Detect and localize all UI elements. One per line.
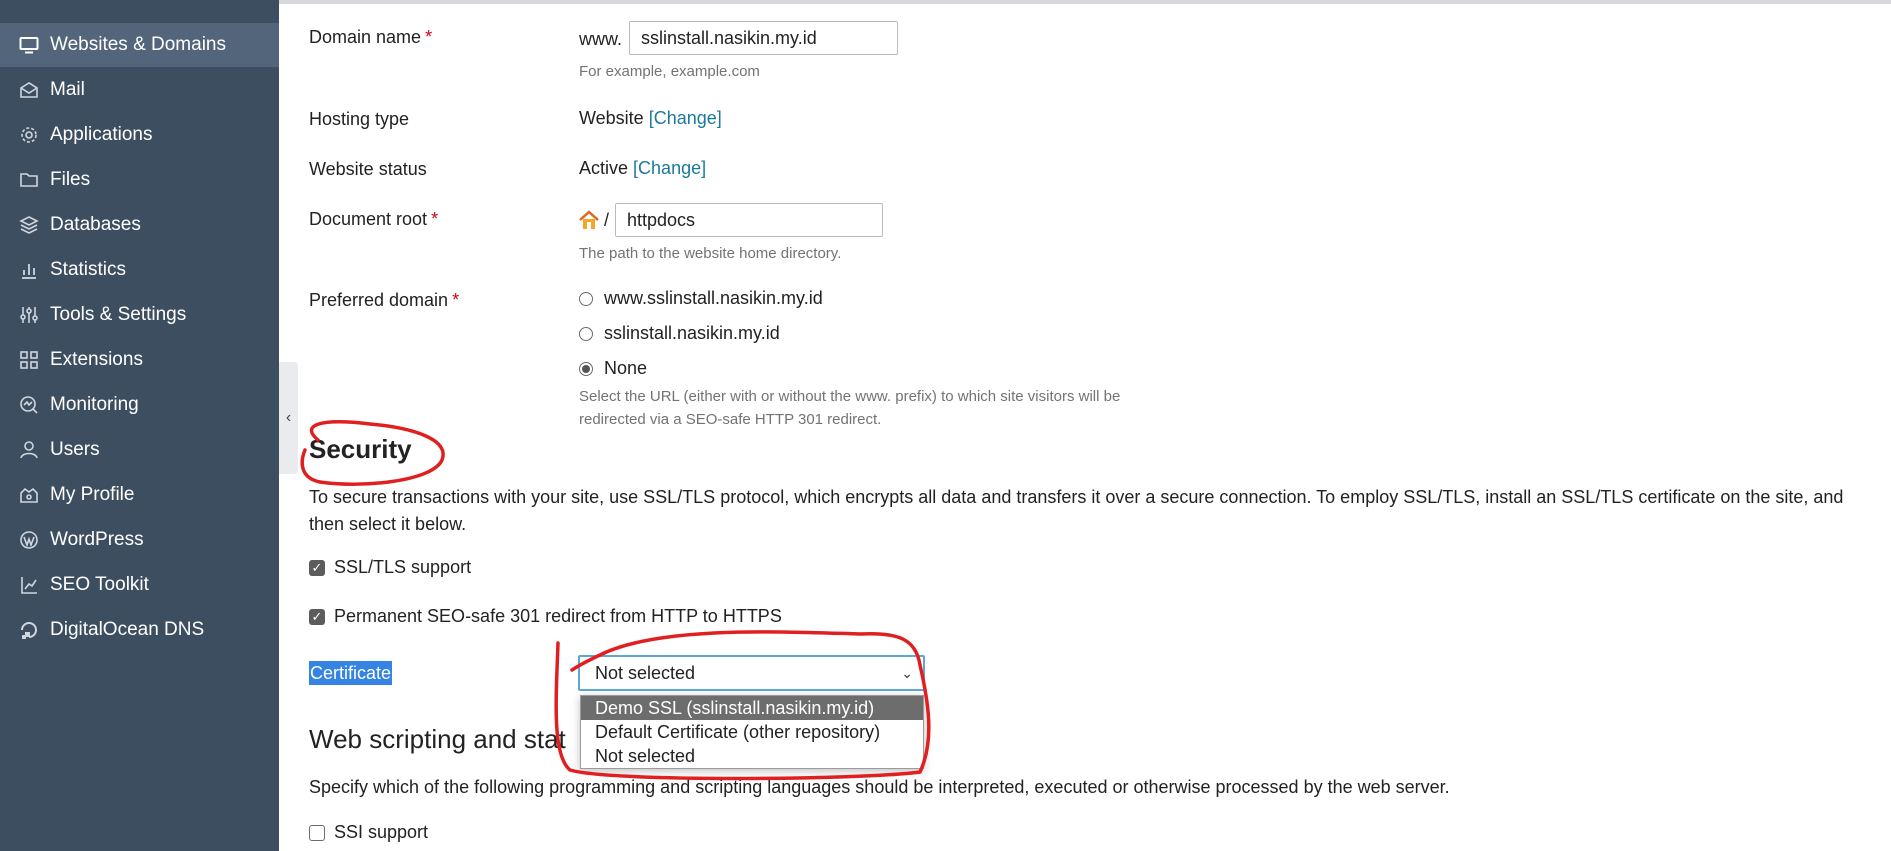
radio-button[interactable] xyxy=(579,291,593,306)
sidebar-item-digitalocean-dns[interactable]: DigitalOcean DNS xyxy=(0,608,279,652)
dropdown-option-demo-ssl[interactable]: Demo SSL (sslinstall.nasikin.my.id) xyxy=(581,696,923,720)
monitoring-icon xyxy=(18,394,40,416)
sidebar-item-label: Databases xyxy=(50,214,141,235)
sliders-icon xyxy=(18,304,40,326)
checkbox-unchecked[interactable] xyxy=(309,824,325,841)
sidebar-item-my-profile[interactable]: My Profile xyxy=(0,473,279,517)
document-root-input[interactable]: httpdocs xyxy=(615,203,883,237)
domain-name-hint: For example, example.com xyxy=(579,63,760,80)
sidebar-item-label: Mail xyxy=(50,79,85,100)
document-root-hint: The path to the website home directory. xyxy=(579,245,842,262)
preferred-domain-option-none[interactable]: None xyxy=(579,358,647,379)
sidebar-item-label: Statistics xyxy=(50,259,127,280)
certificate-label: Certificate xyxy=(309,661,393,685)
sidebar-item-label: Applications xyxy=(50,124,153,145)
hosting-type-label: Hosting type xyxy=(309,109,410,129)
sidebar-item-tools-settings[interactable]: Tools & Settings xyxy=(0,293,279,337)
ssi-support-checkbox-row[interactable]: SSI support xyxy=(309,822,428,843)
chevron-down-icon: ⌄ xyxy=(901,665,913,681)
trend-chart-icon xyxy=(18,574,40,596)
folder-icon xyxy=(18,169,40,191)
hosting-type-value: Website [Change] xyxy=(579,108,722,128)
checkbox-checked[interactable]: ✓ xyxy=(309,608,325,625)
preferred-domain-label: Preferred domain * xyxy=(309,290,460,310)
radio-button-selected[interactable] xyxy=(579,361,593,376)
database-icon xyxy=(18,214,40,236)
mail-icon xyxy=(18,79,40,101)
sidebar-item-label: DigitalOcean DNS xyxy=(50,619,205,640)
preferred-domain-option-non-www[interactable]: sslinstall.nasikin.my.id xyxy=(579,323,780,344)
top-divider xyxy=(279,0,1891,4)
website-status-change-link[interactable]: [Change] xyxy=(633,158,706,178)
certificate-dropdown-list: Demo SSL (sslinstall.nasikin.my.id) Defa… xyxy=(580,695,924,769)
sidebar-item-users[interactable]: Users xyxy=(0,428,279,472)
radio-button[interactable] xyxy=(579,326,593,341)
monitor-icon xyxy=(18,34,40,56)
sidebar-item-wordpress[interactable]: WordPress xyxy=(0,518,279,562)
certificate-select[interactable]: Not selected ⌄ xyxy=(578,655,925,691)
sidebar-item-label: Users xyxy=(50,439,100,460)
sidebar-item-label: SEO Toolkit xyxy=(50,574,149,595)
sidebar-item-label: Tools & Settings xyxy=(50,304,187,325)
security-heading: Security xyxy=(309,434,412,464)
www-prefix: www. xyxy=(579,29,623,49)
sidebar-item-applications[interactable]: Applications xyxy=(0,113,279,157)
domain-name-label: Domain name * xyxy=(309,27,433,47)
website-status-label: Website status xyxy=(309,159,427,179)
bar-chart-icon xyxy=(18,259,40,281)
sidebar-item-label: Extensions xyxy=(50,349,143,370)
sidebar-item-files[interactable]: Files xyxy=(0,158,279,202)
sidebar-item-databases[interactable]: Databases xyxy=(0,203,279,247)
website-status-value: Active [Change] xyxy=(579,158,707,178)
preferred-domain-hint: Select the URL (either with or without t… xyxy=(579,388,1121,428)
sidebar-item-label: WordPress xyxy=(50,529,144,550)
security-description: To secure transactions with your site, u… xyxy=(309,487,1844,534)
wordpress-icon xyxy=(18,529,40,551)
home-icon xyxy=(578,209,600,231)
sidebar-item-label: My Profile xyxy=(50,484,135,505)
sidebar-collapse-button[interactable]: ‹ xyxy=(279,362,298,474)
sidebar-item-seo-toolkit[interactable]: SEO Toolkit xyxy=(0,563,279,607)
sidebar-item-extensions[interactable]: Extensions xyxy=(0,338,279,382)
redirect-301-checkbox-row[interactable]: ✓ Permanent SEO-safe 301 redirect from H… xyxy=(309,606,782,627)
sidebar-item-monitoring[interactable]: Monitoring xyxy=(0,383,279,427)
sidebar-item-label: Files xyxy=(50,169,91,190)
document-root-separator: / xyxy=(604,210,610,230)
web-scripting-description: Specify which of the following programmi… xyxy=(309,777,1450,797)
sidebar-item-label: Websites & Domains xyxy=(50,34,226,55)
profile-icon xyxy=(18,484,40,506)
user-icon xyxy=(18,439,40,461)
domain-name-input[interactable]: sslinstall.nasikin.my.id xyxy=(629,21,898,55)
digitalocean-icon xyxy=(18,619,40,641)
dropdown-option-not-selected[interactable]: Not selected xyxy=(581,744,923,768)
hosting-type-change-link[interactable]: [Change] xyxy=(649,108,722,128)
web-scripting-heading: Web scripting and stat xyxy=(309,724,566,754)
sidebar-item-websites-domains[interactable]: Websites & Domains xyxy=(0,23,279,67)
sidebar-item-statistics[interactable]: Statistics xyxy=(0,248,279,292)
gear-icon xyxy=(18,124,40,146)
checkbox-checked[interactable]: ✓ xyxy=(309,559,325,576)
ssl-support-checkbox-row[interactable]: ✓ SSL/TLS support xyxy=(309,557,471,578)
sidebar-item-label: Monitoring xyxy=(50,394,139,415)
dropdown-option-default-certificate[interactable]: Default Certificate (other repository) xyxy=(581,720,923,744)
preferred-domain-option-www[interactable]: www.sslinstall.nasikin.my.id xyxy=(579,288,823,309)
document-root-label: Document root * xyxy=(309,209,439,229)
chevron-left-icon: ‹ xyxy=(285,409,292,426)
sidebar: Websites & Domains Mail Applications Fil… xyxy=(0,0,279,851)
sidebar-item-mail[interactable]: Mail xyxy=(0,68,279,112)
grid-icon xyxy=(18,349,40,371)
